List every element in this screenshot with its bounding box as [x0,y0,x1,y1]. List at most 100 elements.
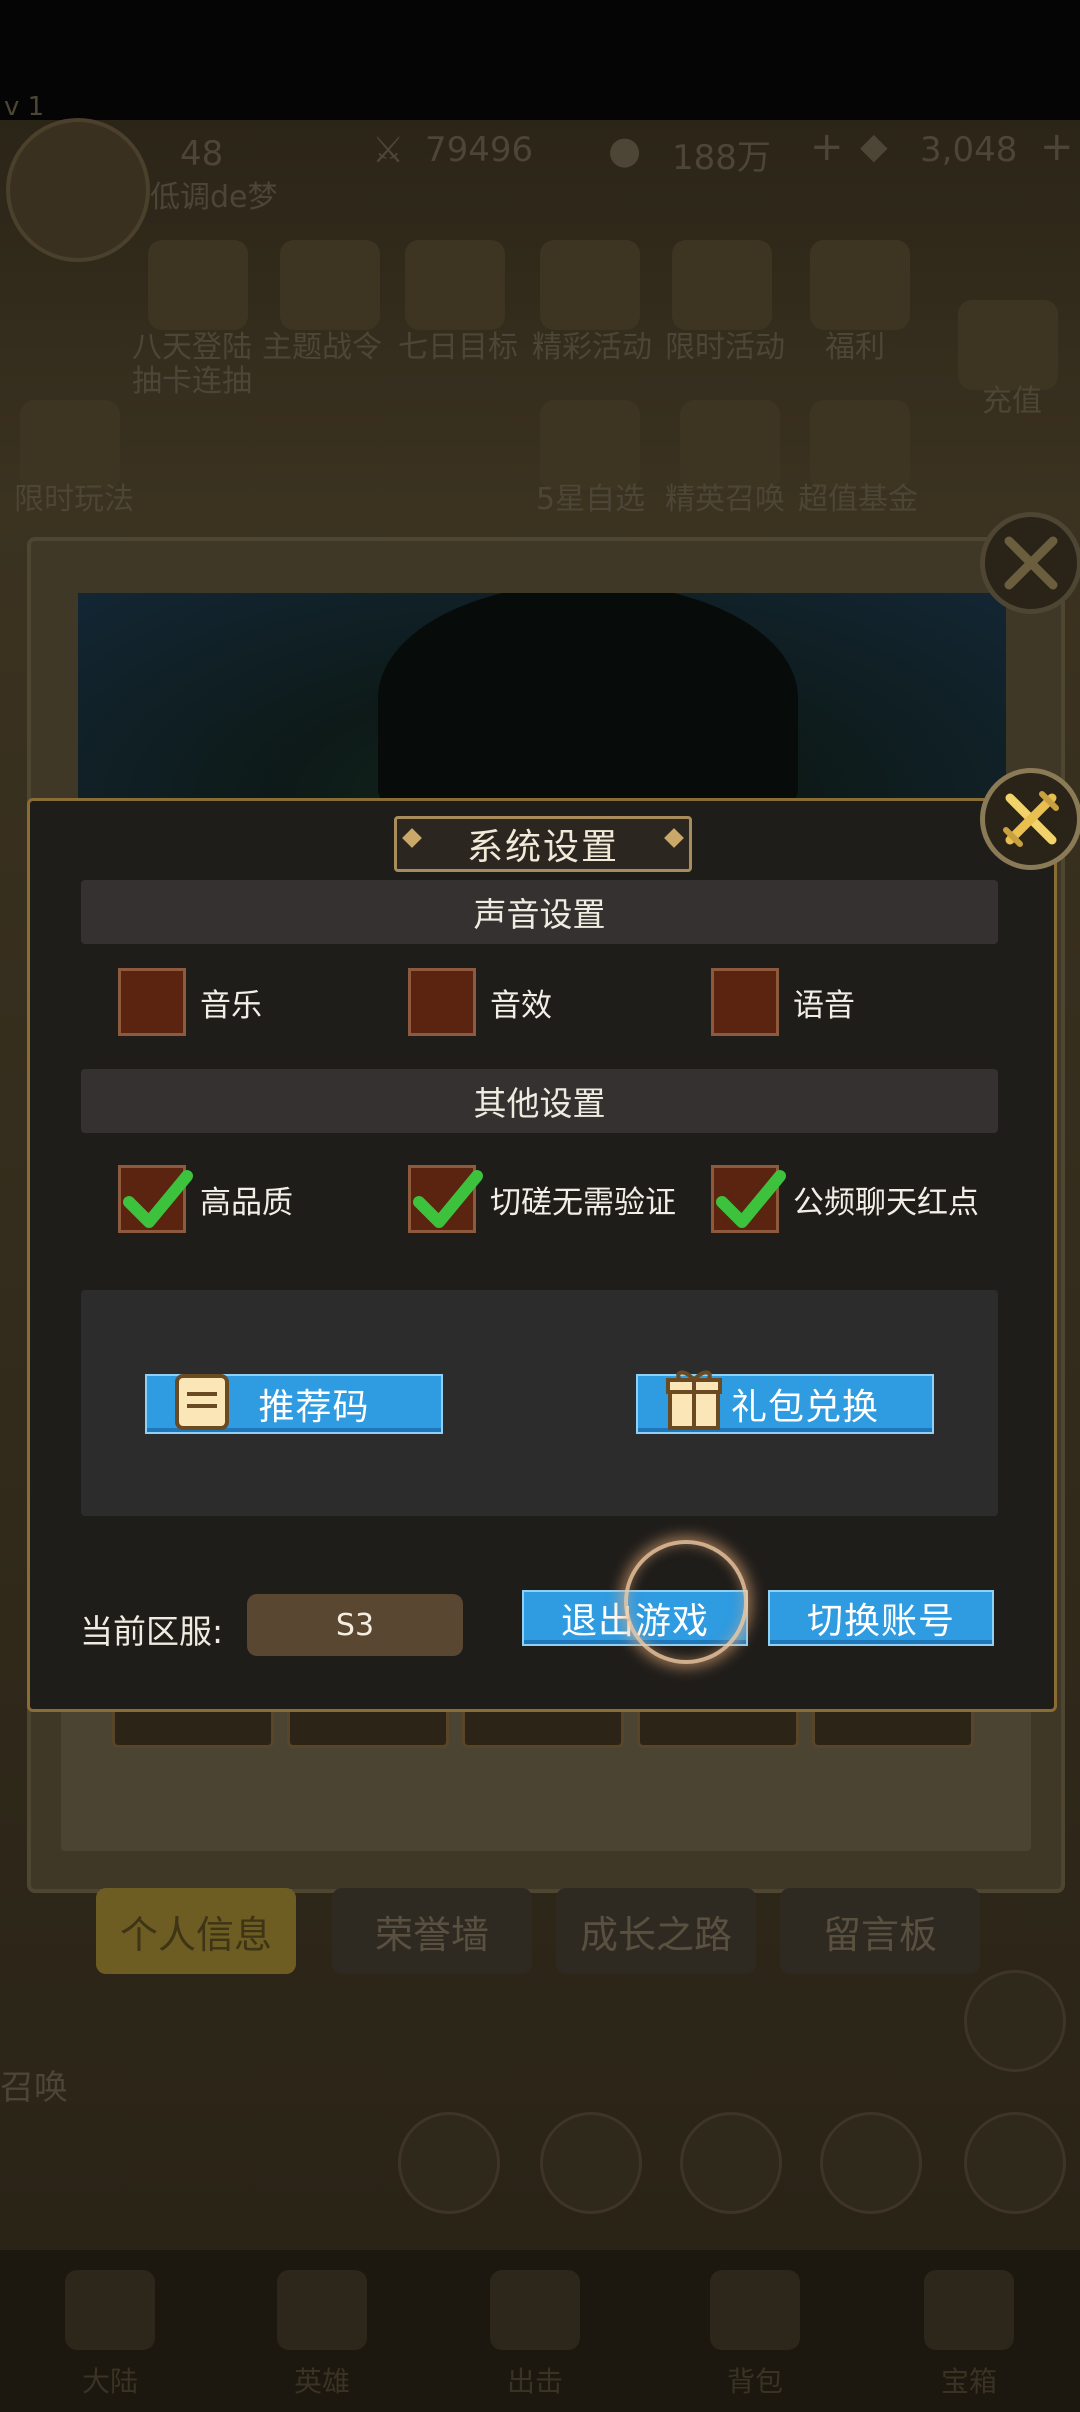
tab-personal-info[interactable]: 个人信息 [96,1888,296,1974]
referral-code-button[interactable]: 推荐码 [145,1374,443,1434]
summon-label: 召唤 [0,2068,68,2108]
coin-icon: ● [608,128,642,172]
gem-icon: ◆ [860,126,888,167]
quest-button[interactable] [964,1970,1066,2072]
status-bar-area [0,0,1080,120]
tab-message-board[interactable]: 留言板 [780,1888,980,1974]
activity-label: 超值基金 [798,482,918,517]
nav-battle[interactable]: 出击 [460,2270,610,2400]
back-close-button[interactable] [980,512,1080,614]
high-quality-label: 高品质 [200,1184,293,1221]
gem-amount: 3,048 [920,130,1018,170]
replay-button[interactable] [398,2112,500,2214]
nav-label: 宝箱 [940,2365,997,2398]
activity-label: 限时玩法 [14,482,134,517]
nav-label: 出击 [506,2365,563,2398]
activity-sublabel: 抽卡连抽 [132,364,252,399]
tree-illustration [378,593,798,803]
trophy-button[interactable] [820,2112,922,2214]
voice-checkbox[interactable] [711,968,779,1036]
nav-continent[interactable]: 大陆 [35,2270,185,2400]
activity-label: 5星自选 [536,482,646,517]
player-level: 48 [180,134,224,174]
nav-label: 大陆 [81,2365,138,2398]
activity-label: 精英召唤 [665,482,785,517]
profile-tabs: 个人信息 荣誉墙 成长之路 留言板 [96,1888,986,1978]
nav-label: 英雄 [293,2365,350,2398]
recharge-label: 充值 [982,384,1042,419]
voice-label: 语音 [793,987,855,1024]
high-quality-checkbox[interactable] [118,1165,193,1233]
high-quality-option[interactable]: 高品质 [118,1163,293,1235]
welfare-icon[interactable] [810,240,910,330]
tab-growth-path[interactable]: 成长之路 [556,1888,756,1974]
voice-option[interactable]: 语音 [711,966,855,1038]
dialog-title: 系统设置 [394,816,692,872]
profile-banner [78,593,1006,803]
sfx-label: 音效 [490,987,552,1024]
gift-redeem-button[interactable]: 礼包兑换 [636,1370,934,1434]
battle-pass-icon[interactable] [280,240,380,330]
activity-label: 精彩活动 [532,330,652,365]
add-gem-icon[interactable]: + [1040,124,1074,170]
crossed-swords-close-icon [1003,791,1059,847]
backpack-icon [710,2270,800,2350]
events-icon[interactable] [540,240,640,330]
dialog-title-text: 系统设置 [466,827,619,868]
checkmark-icon [716,1170,786,1228]
referral-code-label: 推荐码 [258,1387,370,1428]
note-icon [175,1374,229,1430]
gift-redeem-label: 礼包兑换 [730,1387,879,1428]
nav-heroes[interactable]: 英雄 [247,2270,397,2400]
music-label: 音乐 [200,987,262,1024]
activity-label: 限时活动 [665,330,785,365]
castle-icon [65,2270,155,2350]
spar-no-verify-label: 切磋无需验证 [490,1184,676,1221]
close-button[interactable] [980,768,1080,870]
music-option[interactable]: 音乐 [118,966,262,1038]
nav-chest[interactable]: 宝箱 [894,2270,1044,2400]
login-activity-icon[interactable] [148,240,248,330]
limited-events-icon[interactable] [672,240,772,330]
sfx-checkbox[interactable] [408,968,476,1036]
combat-power: 79496 [425,130,534,170]
activity-label: 主题战令 [262,330,382,365]
player-name: 低调de梦 [150,180,278,215]
seven-day-icon[interactable] [405,240,505,330]
diamond-ornament-icon [664,828,684,848]
checkmark-icon [123,1170,193,1228]
sfx-option[interactable]: 音效 [408,966,552,1038]
music-checkbox[interactable] [118,968,186,1036]
chat-red-dot-option[interactable]: 公频聊天红点 [711,1163,979,1235]
friends-button[interactable] [540,2112,642,2214]
activity-label: 福利 [825,330,885,365]
add-gold-icon[interactable]: + [810,124,844,170]
helmet-icon [277,2270,367,2350]
mail-button[interactable] [680,2112,782,2214]
nav-label: 背包 [726,2365,783,2398]
tab-honor-wall[interactable]: 荣誉墙 [332,1888,532,1974]
switch-account-button[interactable]: 切换账号 [768,1590,994,1646]
nav-backpack[interactable]: 背包 [680,2270,830,2400]
chat-red-dot-label: 公频聊天红点 [793,1184,979,1221]
sound-settings-header: 声音设置 [81,880,998,944]
server-selector[interactable]: S3 [247,1594,463,1656]
sword-icon: ⚔ [372,130,405,171]
spar-no-verify-checkbox[interactable] [408,1165,483,1233]
hospital-button[interactable] [964,2112,1066,2214]
chat-red-dot-checkbox[interactable] [711,1165,786,1233]
gift-icon [666,1370,722,1430]
chest-icon [924,2270,1014,2350]
spar-no-verify-option[interactable]: 切磋无需验证 [408,1163,676,1235]
other-settings-header: 其他设置 [81,1069,998,1133]
diamond-ornament-icon [402,828,422,848]
swords-icon [490,2270,580,2350]
gold-amount: 188万 [672,138,771,178]
server-label: 当前区服: [80,1612,224,1651]
crossed-swords-icon [1004,536,1058,590]
activity-label: 七日目标 [398,330,518,365]
avatar[interactable] [6,118,150,262]
checkmark-icon [413,1170,483,1228]
tap-indicator [624,1540,748,1664]
version-tag: v 1 [4,92,45,122]
